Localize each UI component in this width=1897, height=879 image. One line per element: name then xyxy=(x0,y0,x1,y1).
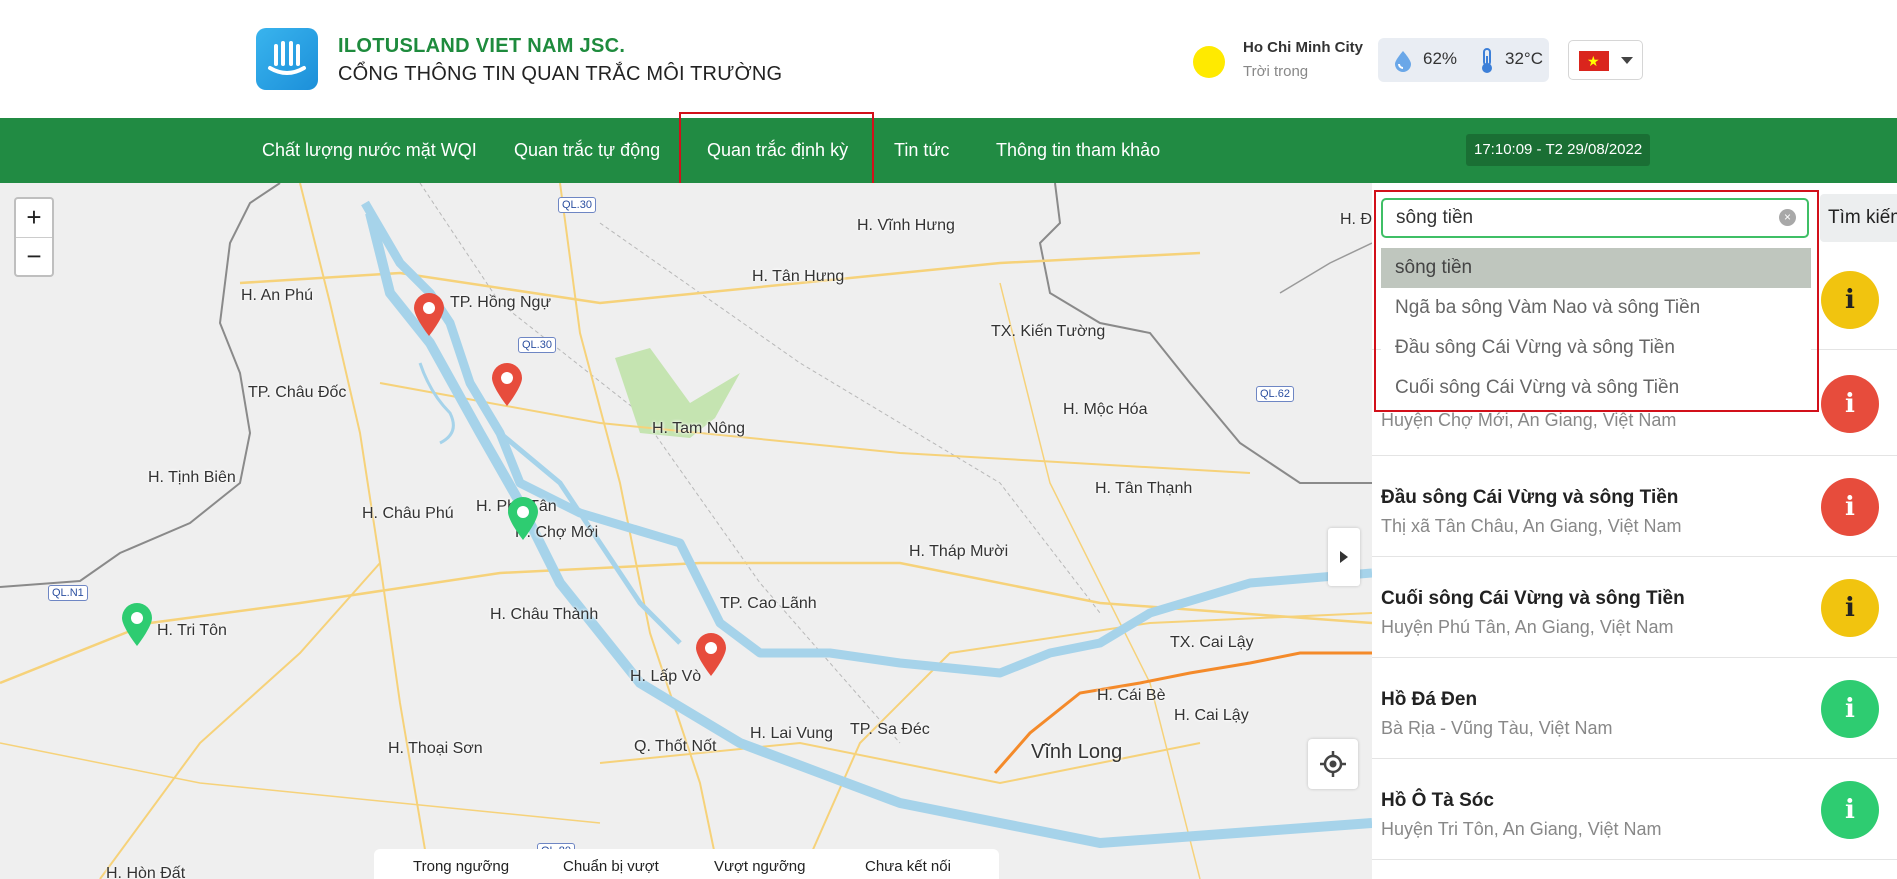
map-label: Vĩnh Long xyxy=(1031,741,1123,763)
weather-description: Trời trong xyxy=(1243,63,1309,80)
nav-item-news[interactable]: Tin tức xyxy=(894,118,949,183)
info-badge-letter: i xyxy=(1845,389,1855,419)
info-badge-letter: i xyxy=(1845,795,1855,825)
road-badge: QL.30 xyxy=(518,337,556,353)
info-icon[interactable]: i xyxy=(1821,375,1879,433)
station-marker-red[interactable] xyxy=(490,361,524,407)
station-list-item[interactable]: Hồ Ô Tà Sóc Huyện Tri Tôn, An Giang, Việ… xyxy=(1372,759,1897,860)
zoom-in-button[interactable]: + xyxy=(16,199,52,237)
map-label: H. Cái Bè xyxy=(1097,687,1166,704)
map-legend: Trong ngưỡng Chuẩn bị vượt Vượt ngưỡng C… xyxy=(374,849,999,879)
map-view[interactable]: H. Vĩnh Hưng H. Tân Hưng TX. Kiến Tường … xyxy=(0,183,1372,879)
map-base-layer xyxy=(0,183,1372,879)
locate-button[interactable] xyxy=(1308,739,1358,789)
station-address: Bà Rịa - Vũng Tàu, Việt Nam xyxy=(1381,718,1613,738)
search-highlight-box xyxy=(1374,190,1819,412)
thermometer-icon xyxy=(1482,48,1492,73)
datetime-clock: 17:10:09 - T2 29/08/2022 xyxy=(1466,134,1651,166)
map-label: H. Tri Tôn xyxy=(157,622,227,639)
info-badge-letter: i xyxy=(1845,694,1855,724)
zoom-out-button[interactable]: − xyxy=(16,237,52,275)
map-label: TX. Kiến Tường xyxy=(991,323,1106,340)
station-marker-red[interactable] xyxy=(694,631,728,677)
map-label: TP. Hồng Ngự xyxy=(450,294,552,311)
search-button[interactable]: Tìm kiếm xyxy=(1820,194,1897,242)
temperature-value: 32°C xyxy=(1505,49,1543,68)
station-list-item[interactable]: Đầu sông Cái Vừng và sông Tiền Thị xã Tâ… xyxy=(1372,456,1897,557)
crosshair-icon xyxy=(1320,751,1346,777)
map-label: Q. Thốt Nốt xyxy=(634,738,717,755)
legend-item-warning: Chuẩn bị vượt xyxy=(563,858,659,875)
expand-panel-button[interactable] xyxy=(1328,528,1360,586)
nav-item-auto-monitoring[interactable]: Quan trắc tự động xyxy=(514,118,660,183)
station-name: Hồ Đá Đen xyxy=(1381,689,1478,710)
map-label: H. Hòn Đất xyxy=(106,865,186,879)
map-label: H. Tam Nông xyxy=(652,420,746,437)
road-badge: QL.30 xyxy=(558,197,596,213)
info-badge-letter: i xyxy=(1845,593,1855,623)
water-drop-icon xyxy=(1395,51,1411,72)
humidity-value: 62% xyxy=(1423,49,1458,68)
vietnam-flag-icon: ★ xyxy=(1579,51,1609,71)
map-label: H. Vĩnh Hưng xyxy=(857,217,955,234)
station-list-item[interactable]: Cuối sông Cái Vừng và sông Tiền Huyện Ph… xyxy=(1372,557,1897,658)
map-label: TP. Sa Đéc xyxy=(850,721,930,738)
map-label: H. Châu Phú xyxy=(362,505,454,522)
map-label: H. An Phú xyxy=(241,287,314,304)
map-label: H. Tân Hưng xyxy=(752,268,845,285)
language-selector[interactable]: ★ xyxy=(1568,40,1643,80)
info-icon[interactable]: i xyxy=(1821,478,1879,536)
map-label: H. Lai Vung xyxy=(750,725,834,742)
legend-item-disconnected: Chưa kết nối xyxy=(865,858,951,875)
road-badge: QL.62 xyxy=(1256,386,1294,402)
info-badge-letter: i xyxy=(1845,492,1855,522)
info-icon[interactable]: i xyxy=(1821,579,1879,637)
map-label: TX. Cai Lậy xyxy=(1170,634,1254,651)
map-label: H. Thoại Sơn xyxy=(388,740,483,757)
station-address: Huyện Chợ Mới, An Giang, Việt Nam xyxy=(1381,410,1677,430)
station-name: Cuối sông Cái Vừng và sông Tiền xyxy=(1381,588,1685,609)
active-nav-highlight xyxy=(679,112,874,187)
station-marker-red[interactable] xyxy=(412,291,446,337)
nav-item-wqi[interactable]: Chất lượng nước mặt WQI xyxy=(262,118,477,183)
road-badge: QL.N1 xyxy=(48,585,88,601)
map-label: TP. Cao Lãnh xyxy=(720,595,817,612)
station-address: Thị xã Tân Châu, An Giang, Việt Nam xyxy=(1381,516,1682,536)
map-label: H. Đ xyxy=(1340,211,1372,228)
info-icon[interactable]: i xyxy=(1821,680,1879,738)
station-name: Hồ Ô Tà Sóc xyxy=(1381,790,1494,811)
header: ILOTUSLAND VIET NAM JSC. CỔNG THÔNG TIN … xyxy=(0,0,1897,118)
map-label: H. Tân Thạnh xyxy=(1095,480,1193,497)
station-name: Đầu sông Cái Vừng và sông Tiền xyxy=(1381,487,1679,508)
info-badge-letter: i xyxy=(1845,285,1855,315)
legend-item-normal: Trong ngưỡng xyxy=(413,858,510,875)
map-label: H. Tịnh Biên xyxy=(148,469,236,486)
station-marker-green[interactable] xyxy=(120,601,154,647)
map-label: H. Cai Lậy xyxy=(1174,707,1249,724)
station-list-item[interactable]: Hồ Đá Đen Bà Rịa - Vũng Tàu, Việt Nam i xyxy=(1372,658,1897,759)
nav-item-reference[interactable]: Thông tin tham khảo xyxy=(996,118,1160,183)
lotus-logo-icon[interactable] xyxy=(256,28,318,90)
map-label: H. Mộc Hóa xyxy=(1063,401,1148,418)
station-address: Huyện Tri Tôn, An Giang, Việt Nam xyxy=(1381,819,1662,839)
map-label: H. Châu Thành xyxy=(490,606,599,623)
weather-stats: 62% 32°C xyxy=(1378,38,1549,82)
weather-city: Ho Chi Minh City xyxy=(1243,39,1363,56)
company-name: ILOTUSLAND VIET NAM JSC. xyxy=(338,35,626,57)
legend-item-exceeded: Vượt ngưỡng xyxy=(714,858,806,875)
info-icon[interactable]: i xyxy=(1821,781,1879,839)
map-label: H. Tháp Mười xyxy=(909,543,1009,560)
station-address: Huyện Phú Tân, An Giang, Việt Nam xyxy=(1381,617,1674,637)
info-icon[interactable]: i xyxy=(1821,271,1879,329)
station-marker-green[interactable] xyxy=(506,495,540,541)
chevron-right-icon xyxy=(1340,551,1348,563)
sun-icon xyxy=(1193,46,1225,78)
chevron-down-icon xyxy=(1621,57,1633,64)
map-label: H. Lấp Vò xyxy=(630,668,702,685)
map-label: TP. Châu Đốc xyxy=(248,384,347,401)
zoom-control: + − xyxy=(14,197,54,277)
flag-star: ★ xyxy=(1587,53,1600,69)
portal-title: CỔNG THÔNG TIN QUAN TRẮC MÔI TRƯỜNG xyxy=(338,63,783,85)
